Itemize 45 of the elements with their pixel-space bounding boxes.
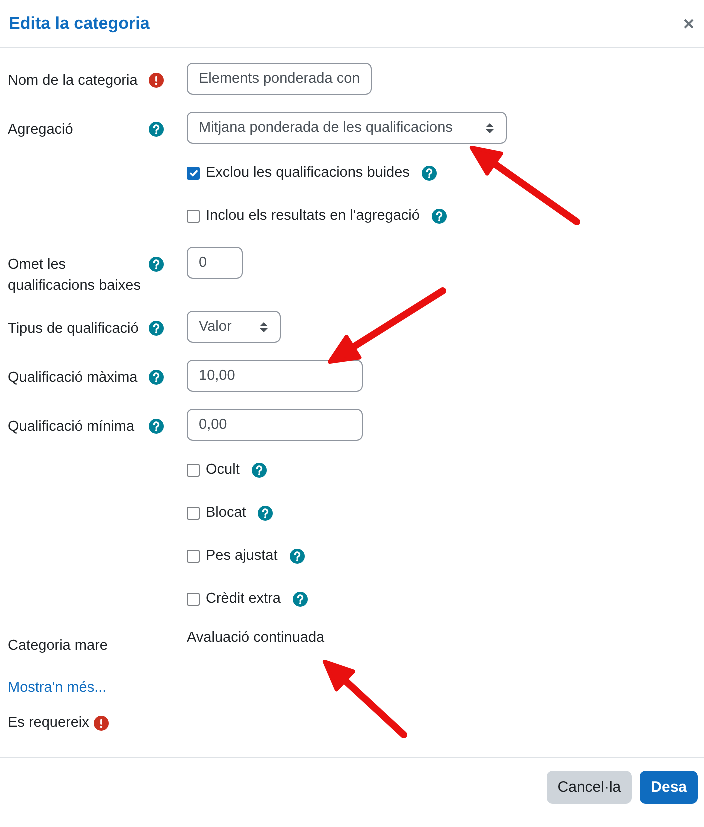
required-icon bbox=[94, 716, 110, 730]
help-icon[interactable] bbox=[292, 592, 308, 606]
checkbox[interactable] bbox=[187, 550, 200, 562]
field-label: Qualificació màxima bbox=[8, 369, 139, 388]
dialog-title: Edita la categoria bbox=[9, 14, 150, 34]
help-icon[interactable] bbox=[290, 548, 305, 564]
field-label: Nom de la categoria bbox=[8, 72, 139, 91]
required-note: Es requereix bbox=[8, 715, 90, 731]
checkbox[interactable] bbox=[187, 592, 200, 606]
checkbox[interactable] bbox=[187, 166, 200, 180]
checkbox[interactable] bbox=[187, 506, 200, 520]
show-more-link[interactable]: Mostra'n més... bbox=[8, 680, 107, 696]
help-icon[interactable] bbox=[149, 122, 164, 137]
checkbox[interactable] bbox=[187, 464, 200, 476]
checkbox-label: Exclou les qualificacions buides bbox=[206, 165, 410, 181]
checkbox[interactable] bbox=[187, 210, 200, 222]
close-icon[interactable] bbox=[684, 18, 694, 28]
help-icon[interactable] bbox=[149, 419, 164, 434]
help-icon[interactable] bbox=[422, 166, 437, 180]
field-label: Omet les qualificacions baixes bbox=[8, 256, 142, 296]
text-field[interactable]: Elements ponderada con bbox=[187, 63, 372, 95]
select-field[interactable]: Valor bbox=[187, 311, 281, 343]
field-label: Tipus de qualificació bbox=[8, 320, 140, 339]
checkbox-label: Inclou els resultats en l'agregació bbox=[206, 208, 420, 224]
checkbox-label: Blocat bbox=[206, 505, 246, 521]
static-value: Avaluació continuada bbox=[187, 629, 325, 646]
help-icon[interactable] bbox=[432, 208, 447, 224]
select-field[interactable]: Mitjana ponderada de les qualificacions bbox=[187, 112, 507, 144]
help-icon[interactable] bbox=[149, 257, 164, 272]
field-label: Qualificació mínima bbox=[8, 418, 136, 437]
text-field[interactable]: 0 bbox=[187, 247, 243, 279]
field-label: Agregació bbox=[8, 121, 74, 140]
checkbox-label: Ocult bbox=[206, 462, 240, 478]
caret-icon bbox=[486, 122, 494, 134]
field-label: Categoria mare bbox=[8, 637, 109, 656]
save-button[interactable]: Desa bbox=[640, 771, 698, 804]
help-icon[interactable] bbox=[149, 370, 164, 385]
text-field[interactable]: 0,00 bbox=[187, 409, 363, 441]
checkbox-label: Pes ajustat bbox=[206, 548, 278, 564]
help-icon[interactable] bbox=[149, 321, 164, 336]
checkbox-label: Crèdit extra bbox=[206, 591, 281, 607]
help-icon[interactable] bbox=[252, 462, 267, 478]
caret-icon bbox=[260, 322, 268, 332]
cancel-button[interactable]: Cancel·la bbox=[546, 771, 632, 804]
help-icon[interactable] bbox=[258, 506, 274, 520]
